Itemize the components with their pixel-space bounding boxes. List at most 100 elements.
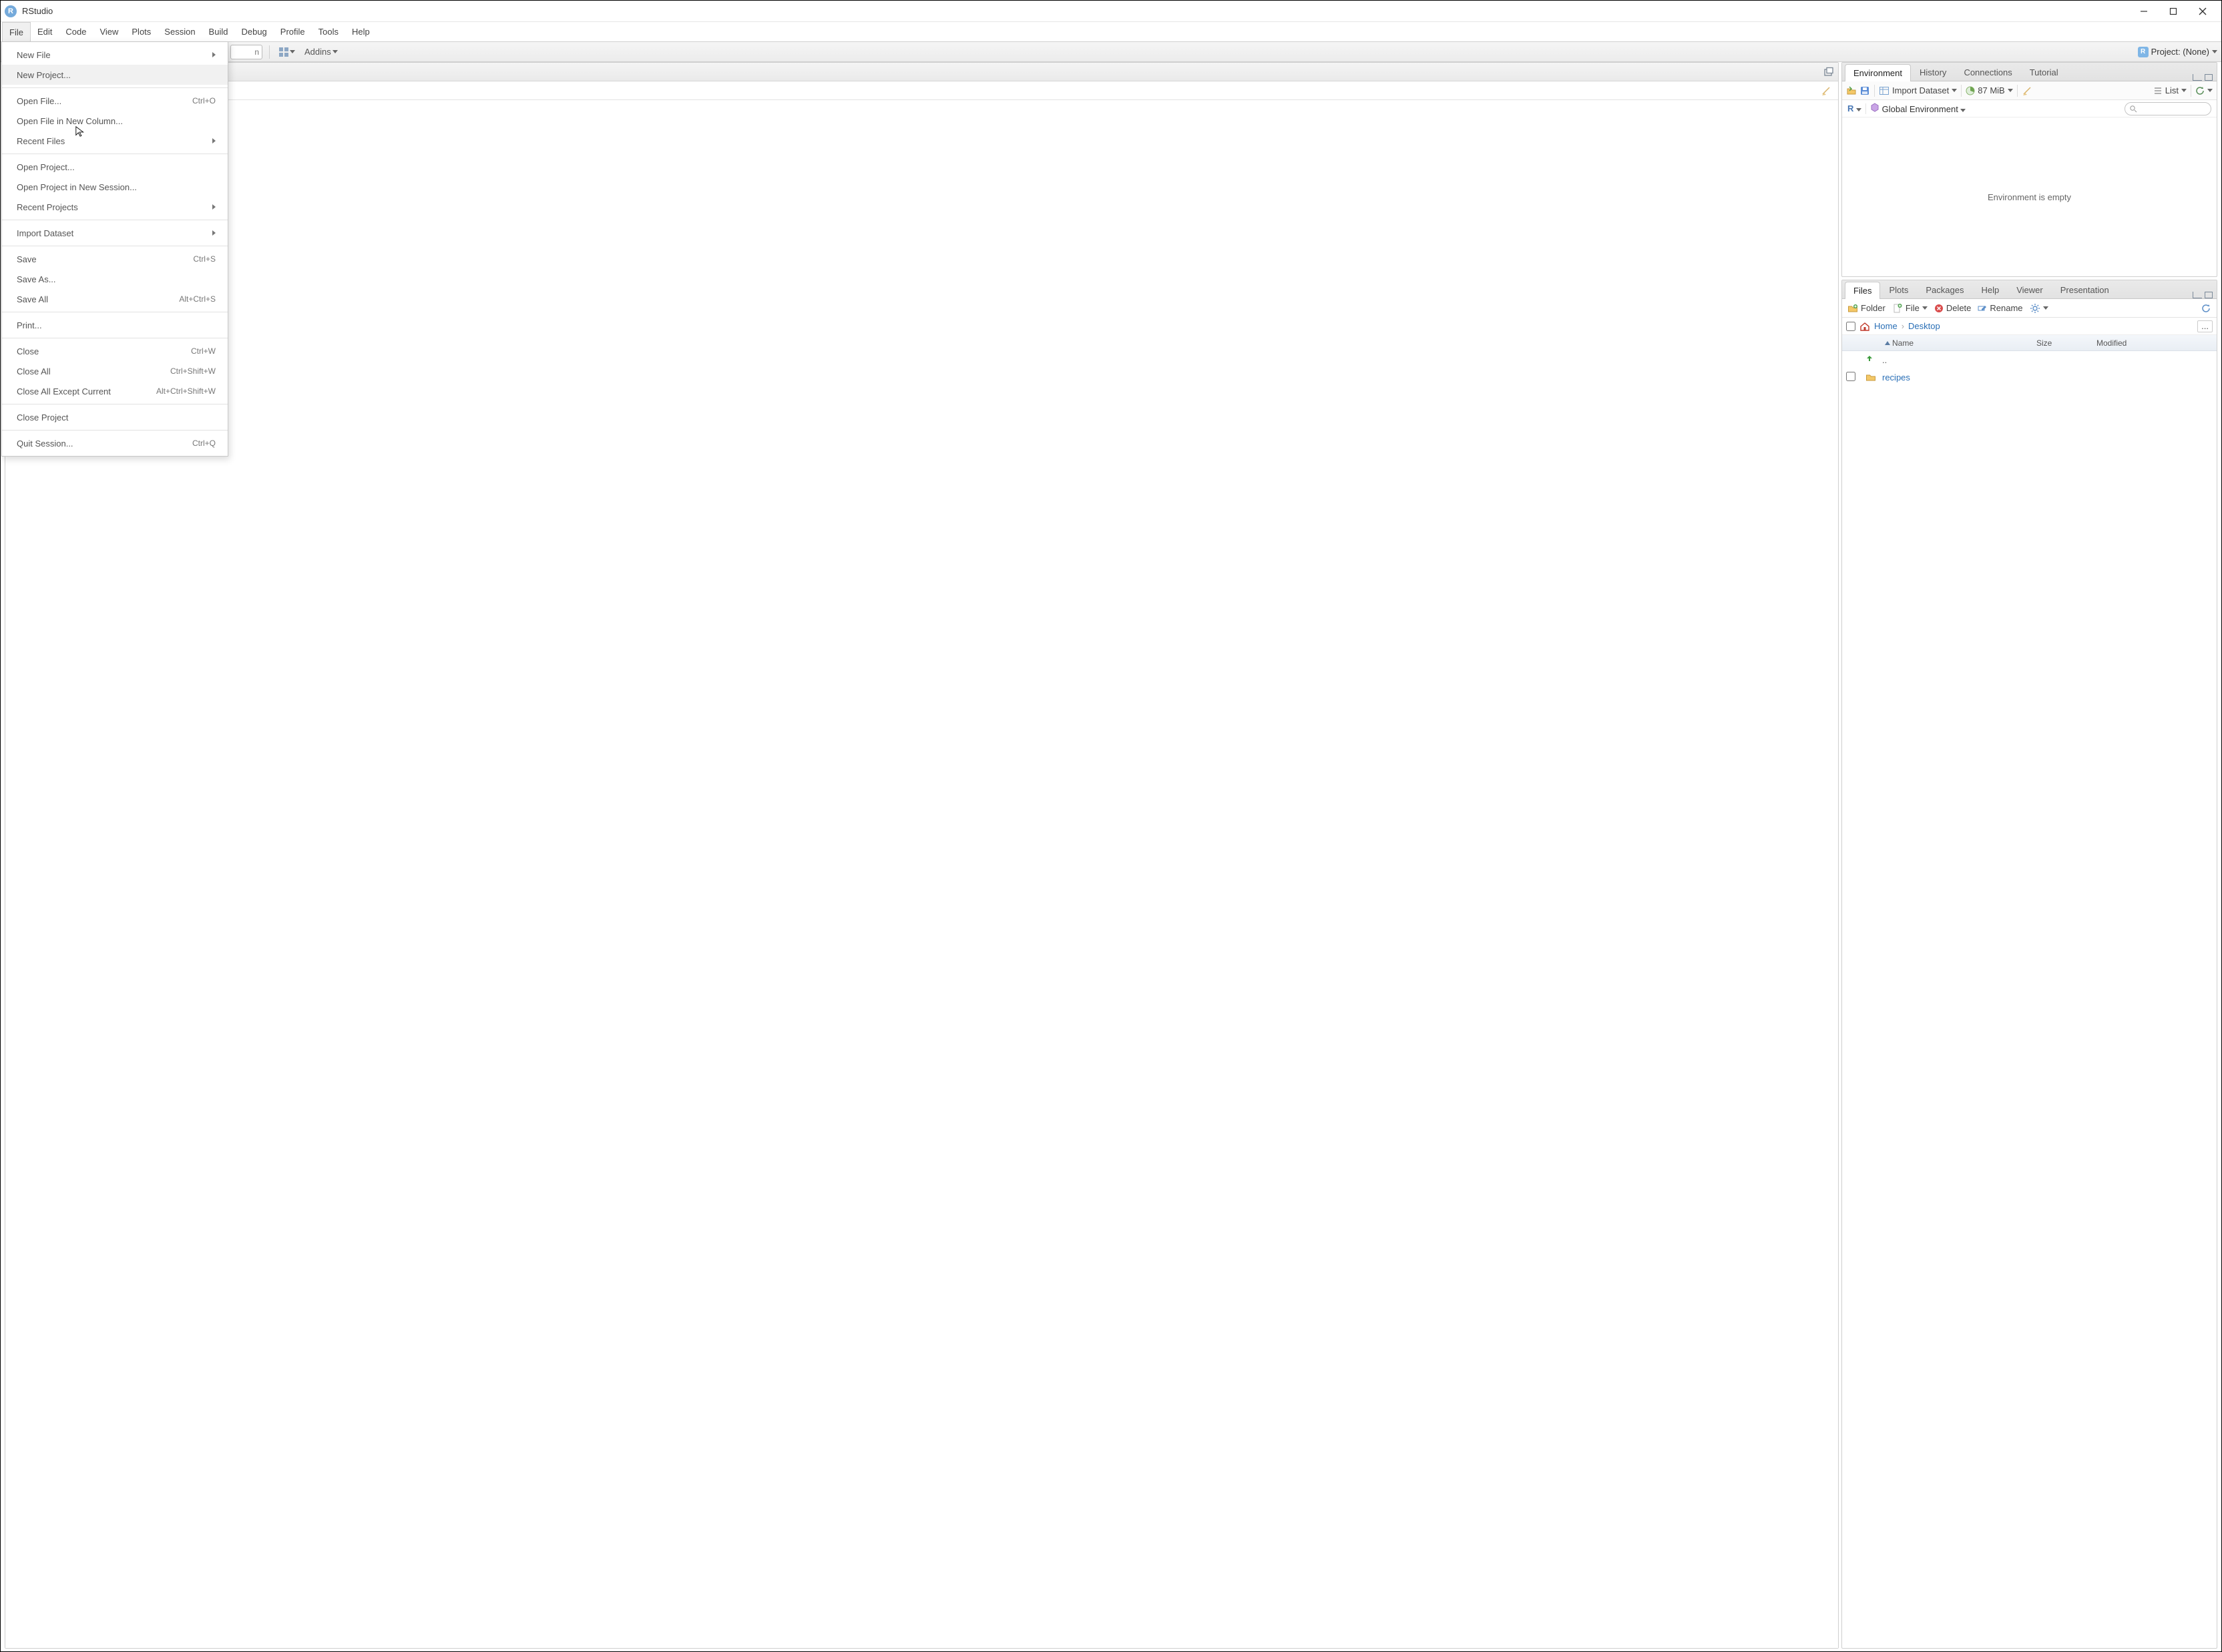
file-row[interactable]: recipes xyxy=(1842,368,2217,386)
tab-environment[interactable]: Environment xyxy=(1845,64,1911,81)
tab-connections[interactable]: Connections xyxy=(1955,63,2020,81)
grid-icon xyxy=(279,47,288,57)
file-menu-item[interactable]: New File xyxy=(2,45,228,65)
menu-session[interactable]: Session xyxy=(158,22,202,41)
search-icon xyxy=(2129,105,2137,113)
column-size[interactable]: Size xyxy=(2036,338,2096,348)
tab-viewer[interactable]: Viewer xyxy=(2008,281,2052,298)
file-menu-item[interactable]: Open File in New Column... xyxy=(2,111,228,131)
file-menu-item[interactable]: Open Project in New Session... xyxy=(2,177,228,197)
file-menu-item[interactable]: Open File...Ctrl+O xyxy=(2,91,228,111)
goto-function-input[interactable]: n xyxy=(230,45,262,59)
environment-scope-button[interactable]: Global Environment xyxy=(1870,103,1966,114)
file-menu-item[interactable]: New Project... xyxy=(2,65,228,85)
panes-layout-button[interactable] xyxy=(276,46,298,58)
tab-tutorial[interactable]: Tutorial xyxy=(2021,63,2067,81)
refresh-files-icon[interactable] xyxy=(2201,303,2211,314)
environment-scope-label: Global Environment xyxy=(1882,104,1958,114)
file-menu-item[interactable]: SaveCtrl+S xyxy=(2,249,228,269)
import-dataset-button[interactable]: Import Dataset xyxy=(1879,85,1957,96)
broom-icon[interactable] xyxy=(1821,85,1831,96)
breadcrumb-home[interactable]: Home xyxy=(1874,321,1898,331)
row-checkbox[interactable] xyxy=(1846,372,1855,381)
tab-files[interactable]: Files xyxy=(1845,282,1880,299)
project-label[interactable]: Project: (None) xyxy=(2151,47,2209,57)
language-scope-button[interactable]: R xyxy=(1847,103,1861,113)
menu-item-shortcut: Ctrl+Shift+W xyxy=(170,366,216,376)
window-close-button[interactable] xyxy=(2188,1,2217,22)
file-row-parent[interactable]: .. xyxy=(1842,351,2217,368)
file-menu-item[interactable]: Print... xyxy=(2,315,228,335)
file-menu-item[interactable]: Open Project... xyxy=(2,157,228,177)
select-all-checkbox[interactable] xyxy=(1846,322,1855,331)
refresh-environment-button[interactable] xyxy=(2195,86,2213,95)
tab-packages[interactable]: Packages xyxy=(1917,281,1972,298)
file-name: recipes xyxy=(1882,372,1910,382)
home-icon[interactable] xyxy=(1859,321,1870,332)
menu-edit[interactable]: Edit xyxy=(31,22,59,41)
menu-item-label: Close All Except Current xyxy=(17,386,111,396)
chevron-down-icon xyxy=(1922,306,1928,310)
file-menu-item[interactable]: Close All Ctrl+Shift+W xyxy=(2,361,228,381)
breadcrumb-desktop[interactable]: Desktop xyxy=(1908,321,1940,331)
panel-maximize-button[interactable] xyxy=(2205,292,2213,298)
menu-code[interactable]: Code xyxy=(59,22,93,41)
open-workspace-icon[interactable] xyxy=(1846,85,1857,96)
source-editor[interactable] xyxy=(5,100,1838,1648)
clear-workspace-icon[interactable] xyxy=(2022,85,2032,96)
file-menu-item[interactable]: Save As... xyxy=(2,269,228,289)
file-menu-item[interactable]: CloseCtrl+W xyxy=(2,341,228,361)
view-mode-button[interactable]: List xyxy=(2153,85,2187,95)
file-menu-item[interactable]: Recent Files xyxy=(2,131,228,151)
refresh-icon xyxy=(2195,86,2205,95)
menu-profile[interactable]: Profile xyxy=(274,22,312,41)
file-menu-item[interactable]: Close Project xyxy=(2,407,228,427)
file-menu-item[interactable]: Save AllAlt+Ctrl+S xyxy=(2,289,228,309)
file-menu-item[interactable]: Import Dataset xyxy=(2,223,228,243)
chevron-down-icon xyxy=(2008,89,2013,92)
save-workspace-icon[interactable] xyxy=(1859,85,1870,96)
file-menu-item[interactable]: Quit Session...Ctrl+Q xyxy=(2,433,228,453)
path-more-button[interactable]: ... xyxy=(2197,320,2213,332)
panel-minimize-button[interactable] xyxy=(2193,74,2202,81)
project-icon: R xyxy=(2138,47,2149,57)
column-name[interactable]: Name xyxy=(1865,338,2036,348)
new-file-icon xyxy=(1892,303,1903,314)
new-file-button[interactable]: File xyxy=(1892,303,1928,314)
chevron-down-icon xyxy=(2212,50,2217,53)
cube-icon xyxy=(1870,103,1879,112)
menu-debug[interactable]: Debug xyxy=(234,22,273,41)
rename-button[interactable]: Rename xyxy=(1978,303,2022,313)
column-modified[interactable]: Modified xyxy=(2096,338,2217,348)
tab-presentation[interactable]: Presentation xyxy=(2052,281,2118,298)
new-folder-button[interactable]: Folder xyxy=(1847,303,1885,314)
menu-tools[interactable]: Tools xyxy=(312,22,345,41)
menu-item-shortcut: Alt+Ctrl+S xyxy=(179,294,216,304)
memory-usage-button[interactable]: 87 MiB xyxy=(1966,85,2012,95)
window-minimize-button[interactable] xyxy=(2129,1,2159,22)
panel-maximize-button[interactable] xyxy=(2205,74,2213,81)
tab-help[interactable]: Help xyxy=(1972,281,2008,298)
tab-history[interactable]: History xyxy=(1911,63,1955,81)
menu-plots[interactable]: Plots xyxy=(125,22,158,41)
file-menu-item[interactable]: Close All Except Current Alt+Ctrl+Shift+W xyxy=(2,381,228,401)
menu-item-shortcut: Ctrl+W xyxy=(191,346,216,356)
menu-build[interactable]: Build xyxy=(202,22,235,41)
chevron-down-icon xyxy=(2043,306,2048,310)
addins-button[interactable]: Addins xyxy=(302,45,341,58)
chevron-down-icon xyxy=(2181,89,2187,92)
menu-help[interactable]: Help xyxy=(345,22,377,41)
tab-plots[interactable]: Plots xyxy=(1880,281,1917,298)
popout-icon[interactable] xyxy=(1823,67,1834,77)
more-button[interactable] xyxy=(2030,303,2048,314)
menu-file[interactable]: File xyxy=(2,22,31,41)
source-pane xyxy=(5,62,1839,1649)
window-maximize-button[interactable] xyxy=(2159,1,2188,22)
file-menu-item[interactable]: Recent Projects xyxy=(2,197,228,217)
delete-button[interactable]: Delete xyxy=(1934,303,1972,313)
menu-item-shortcut: Alt+Ctrl+Shift+W xyxy=(156,386,216,396)
panel-minimize-button[interactable] xyxy=(2193,292,2202,298)
environment-search-input[interactable] xyxy=(2125,102,2211,115)
menu-item-label: Close All xyxy=(17,366,51,376)
menu-view[interactable]: View xyxy=(93,22,125,41)
